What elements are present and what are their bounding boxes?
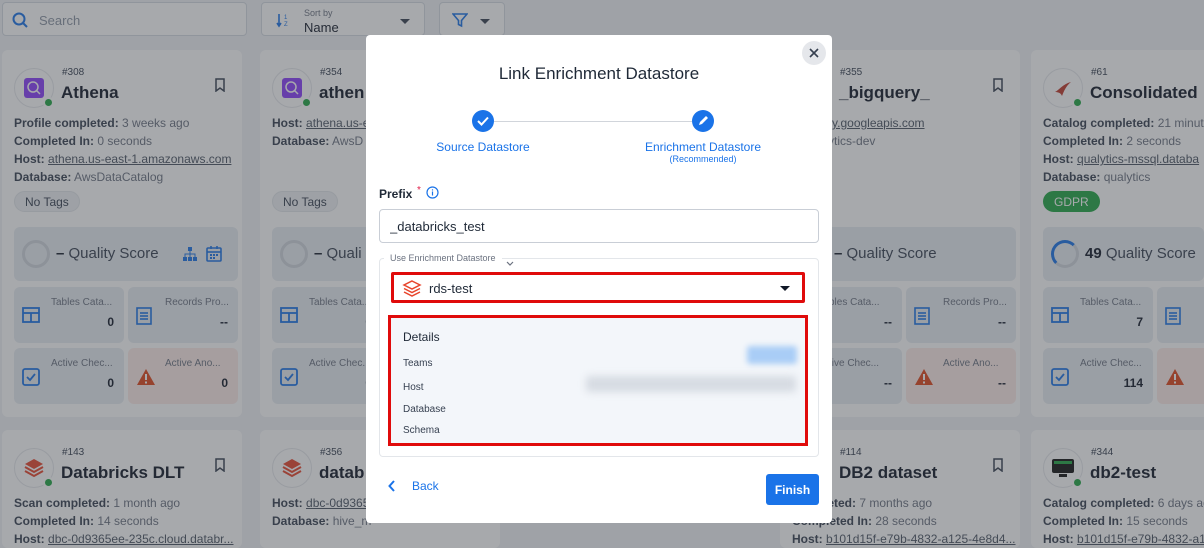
dialog-title: Link Enrichment Datastore — [498, 64, 700, 83]
enrichment-legend[interactable]: Use Enrichment Datastore — [384, 253, 502, 263]
step-source-label: Source Datastore — [436, 140, 530, 154]
host-value-redacted — [586, 376, 796, 392]
back-label: Back — [412, 479, 439, 493]
enrichment-datastore-select[interactable]: rds-test — [391, 272, 805, 303]
details-title: Details — [403, 330, 440, 344]
datastore-stack-icon — [402, 280, 422, 303]
chevron-down-icon — [780, 286, 790, 291]
stepper-connector — [494, 121, 692, 122]
details-schema-label: Schema — [403, 425, 440, 436]
finish-button[interactable]: Finish — [766, 474, 819, 505]
close-button[interactable] — [802, 41, 826, 65]
prefix-label: Prefix — [379, 187, 413, 201]
chevron-left-icon — [388, 480, 395, 492]
close-icon — [809, 48, 819, 58]
selected-datastore: rds-test — [429, 281, 473, 296]
details-host-label: Host — [403, 382, 424, 393]
step-complete-icon — [472, 110, 494, 132]
details-teams-label: Teams — [403, 358, 433, 369]
step-enrichment-label: Enrichment Datastore — [644, 140, 762, 154]
step-edit-icon — [692, 110, 714, 132]
step-recommended-label: (Recommended) — [669, 154, 737, 164]
prefix-input[interactable] — [379, 209, 819, 243]
required-marker: * — [417, 185, 421, 196]
datastore-details-panel: Details Teams Host Database Schema — [388, 315, 808, 446]
info-icon[interactable] — [426, 186, 439, 204]
chevron-down-icon[interactable] — [506, 254, 514, 272]
back-button[interactable]: Back — [388, 479, 439, 493]
link-enrichment-dialog: Link Enrichment Datastore Source Datasto… — [366, 35, 832, 523]
details-database-label: Database — [403, 404, 446, 415]
teams-value-redacted — [747, 346, 797, 364]
